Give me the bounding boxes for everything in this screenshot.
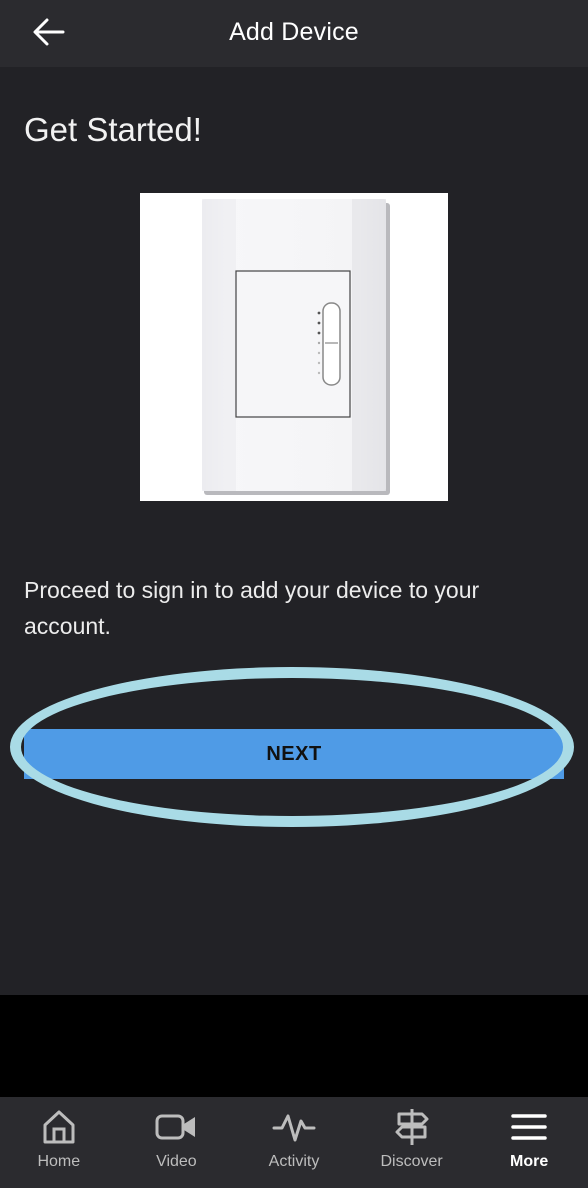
- instruction-text: Proceed to sign in to add your device to…: [24, 577, 480, 639]
- tab-label-home: Home: [37, 1153, 81, 1170]
- tab-video[interactable]: Video: [118, 1097, 236, 1188]
- bottom-tab-bar: Home Video Activity Discover More: [0, 1097, 588, 1188]
- tab-home[interactable]: Home: [0, 1097, 118, 1188]
- page-title: Add Device: [229, 18, 359, 46]
- hamburger-menu-icon: [511, 1114, 547, 1140]
- top-bar: Add Device: [0, 0, 588, 67]
- signpost-icon: [395, 1109, 429, 1145]
- home-icon: [43, 1110, 75, 1144]
- tab-label-activity: Activity: [268, 1153, 320, 1170]
- main-content: Get Started! Proceed to sign in to add y…: [0, 67, 588, 995]
- get-started-heading: Get Started!: [24, 111, 202, 148]
- video-camera-icon: [155, 1114, 196, 1140]
- tab-label-video: Video: [156, 1153, 197, 1170]
- light-switch-image: [140, 193, 448, 501]
- tab-more[interactable]: More: [470, 1097, 588, 1188]
- activity-pulse-icon: [272, 1114, 316, 1142]
- blank-area: [0, 995, 588, 1097]
- tab-label-discover: Discover: [380, 1153, 443, 1170]
- tab-activity[interactable]: Activity: [235, 1097, 353, 1188]
- next-button[interactable]: NEXT: [24, 729, 564, 779]
- tab-label-more: More: [510, 1153, 549, 1170]
- tab-discover[interactable]: Discover: [353, 1097, 471, 1188]
